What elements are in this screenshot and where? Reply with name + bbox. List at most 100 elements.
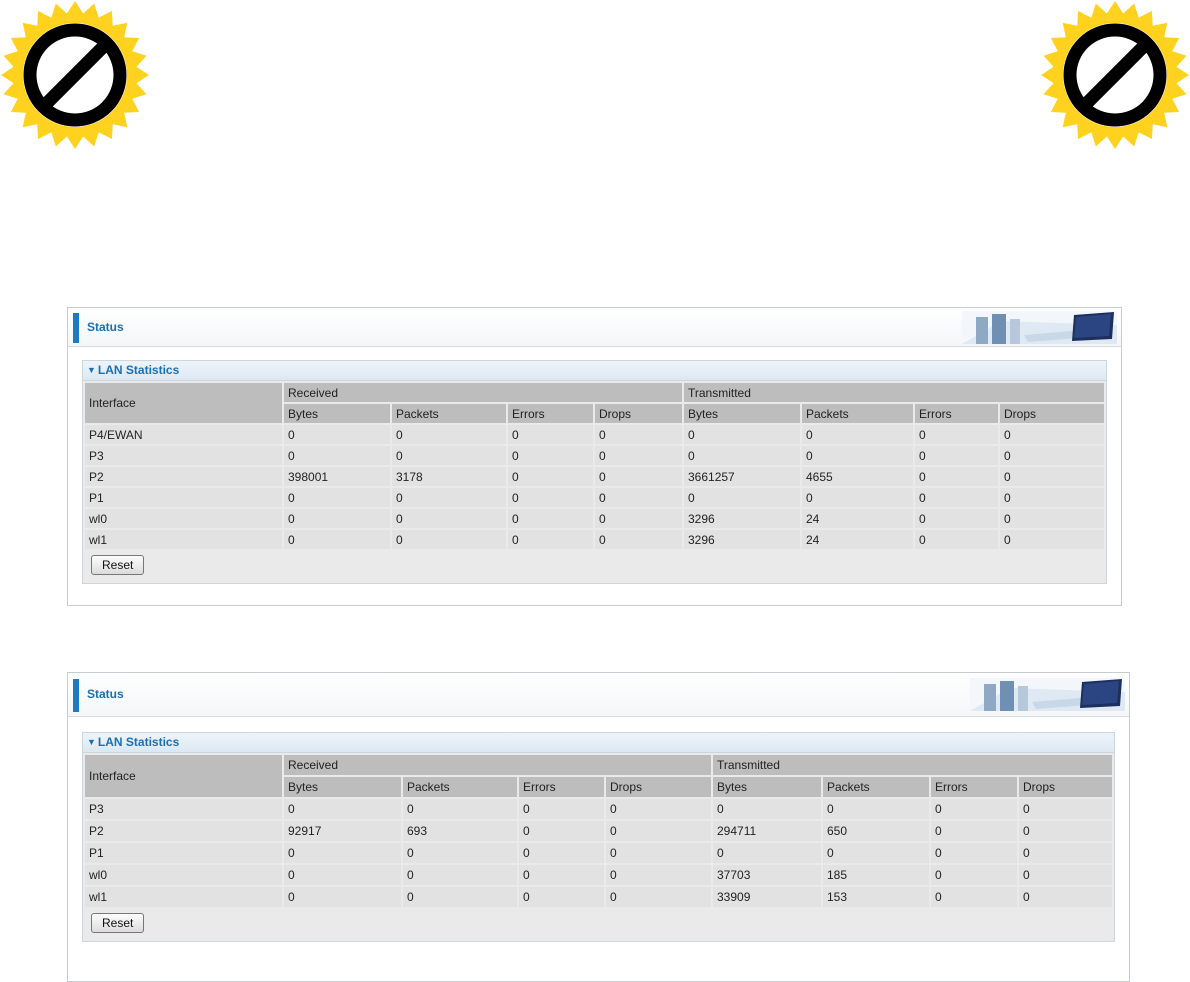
lan-statistics-section: ▼ LAN Statistics Interface Received Trans… [82, 360, 1107, 584]
stat-cell: 0 [595, 446, 682, 465]
stat-cell: 0 [595, 488, 682, 507]
collapse-triangle-icon[interactable]: ▼ [87, 737, 96, 747]
column-header: Errors [519, 777, 604, 797]
column-header: Packets [392, 404, 506, 423]
header-accent-bar [73, 679, 79, 712]
stat-cell: 3661257 [684, 467, 800, 486]
stat-cell: 0 [392, 530, 506, 549]
stat-cell: 0 [915, 446, 998, 465]
stat-cell: 0 [392, 446, 506, 465]
stat-cell: 0 [915, 467, 998, 486]
stat-cell: 0 [595, 530, 682, 549]
interface-header: Interface [85, 755, 282, 797]
stat-cell: 0 [802, 488, 913, 507]
lan-statistics-section: ▼ LAN Statistics Interface Received Trans… [82, 732, 1115, 942]
stat-cell: 0 [392, 509, 506, 528]
stat-cell: 0 [684, 425, 800, 444]
stat-cell: 398001 [284, 467, 390, 486]
header-accent-bar [73, 313, 79, 343]
stat-cell: 0 [1000, 446, 1104, 465]
stat-cell: 0 [403, 865, 517, 885]
stat-cell: 0 [508, 425, 593, 444]
column-header: Drops [1019, 777, 1112, 797]
received-header: Received [284, 755, 711, 775]
office-banner-icon [970, 678, 1125, 711]
stat-cell: 0 [931, 887, 1017, 907]
interface-name-cell: P3 [85, 446, 282, 465]
interface-name-cell: P2 [85, 821, 282, 841]
column-header: Drops [606, 777, 711, 797]
stat-cell: 0 [508, 488, 593, 507]
section-title[interactable]: ▼ LAN Statistics [83, 361, 1106, 381]
stat-cell: 0 [508, 530, 593, 549]
stat-cell: 693 [403, 821, 517, 841]
column-header: Bytes [284, 404, 390, 423]
stat-cell: 0 [1019, 887, 1112, 907]
column-header: Drops [1000, 404, 1104, 423]
page-title: Status [87, 320, 124, 334]
stat-cell: 37703 [713, 865, 821, 885]
stat-cell: 0 [1000, 530, 1104, 549]
stat-cell: 0 [284, 530, 390, 549]
stat-cell: 0 [915, 488, 998, 507]
stat-cell: 0 [519, 887, 604, 907]
stat-cell: 0 [284, 799, 401, 819]
section-title[interactable]: ▼ LAN Statistics [83, 733, 1114, 753]
stat-cell: 0 [284, 843, 401, 863]
stat-cell: 0 [284, 509, 390, 528]
collapse-triangle-icon[interactable]: ▼ [87, 365, 96, 375]
prohibited-icon [1, 1, 149, 149]
table-row: P1 0 0 0 0 0 0 0 0 [85, 488, 1104, 507]
stat-cell: 0 [284, 488, 390, 507]
office-banner-icon [962, 311, 1117, 344]
stat-cell: 650 [823, 821, 929, 841]
table-row: P2 398001 3178 0 0 3661257 4655 0 0 [85, 467, 1104, 486]
interface-name-cell: P4/EWAN [85, 425, 282, 444]
stat-cell: 0 [802, 425, 913, 444]
stat-cell: 0 [606, 843, 711, 863]
stat-cell: 0 [1019, 821, 1112, 841]
stat-cell: 0 [1000, 425, 1104, 444]
stat-cell: 0 [606, 799, 711, 819]
table-row: P4/EWAN 0 0 0 0 0 0 0 0 [85, 425, 1104, 444]
interface-header: Interface [85, 383, 282, 423]
received-header: Received [284, 383, 682, 402]
stat-cell: 0 [684, 446, 800, 465]
stat-cell: 3296 [684, 509, 800, 528]
stat-cell: 3178 [392, 467, 506, 486]
stat-cell: 0 [931, 843, 1017, 863]
transmitted-header: Transmitted [713, 755, 1112, 775]
stat-cell: 294711 [713, 821, 821, 841]
status-panel-2: Status ▼ LAN Statistics Interface Receive… [67, 672, 1130, 982]
stat-cell: 153 [823, 887, 929, 907]
column-header: Packets [802, 404, 913, 423]
interface-name-cell: wl0 [85, 509, 282, 528]
stat-cell: 0 [915, 509, 998, 528]
stat-cell: 0 [403, 799, 517, 819]
stat-cell: 0 [823, 799, 929, 819]
interface-name-cell: P2 [85, 467, 282, 486]
interface-name-cell: wl1 [85, 530, 282, 549]
stat-cell: 0 [519, 843, 604, 863]
stat-cell: 0 [684, 488, 800, 507]
stat-cell: 0 [595, 467, 682, 486]
stat-cell: 0 [606, 887, 711, 907]
lan-statistics-table: Interface Received Transmitted Bytes Pac… [83, 381, 1106, 551]
stat-cell: 0 [1019, 799, 1112, 819]
interface-name-cell: P3 [85, 799, 282, 819]
column-header: Drops [595, 404, 682, 423]
reset-button[interactable]: Reset [91, 555, 145, 575]
stat-cell: 0 [403, 843, 517, 863]
stat-cell: 0 [284, 425, 390, 444]
table-row: P2 92917 693 0 0 294711 650 0 0 [85, 821, 1112, 841]
reset-button[interactable]: Reset [91, 913, 145, 933]
stat-cell: 0 [392, 488, 506, 507]
stat-cell: 33909 [713, 887, 821, 907]
interface-name-cell: P1 [85, 488, 282, 507]
table-row: P1 0 0 0 0 0 0 0 0 [85, 843, 1112, 863]
stat-cell: 0 [915, 530, 998, 549]
stat-cell: 0 [519, 799, 604, 819]
stat-cell: 0 [606, 821, 711, 841]
column-header: Packets [823, 777, 929, 797]
stat-cell: 92917 [284, 821, 401, 841]
